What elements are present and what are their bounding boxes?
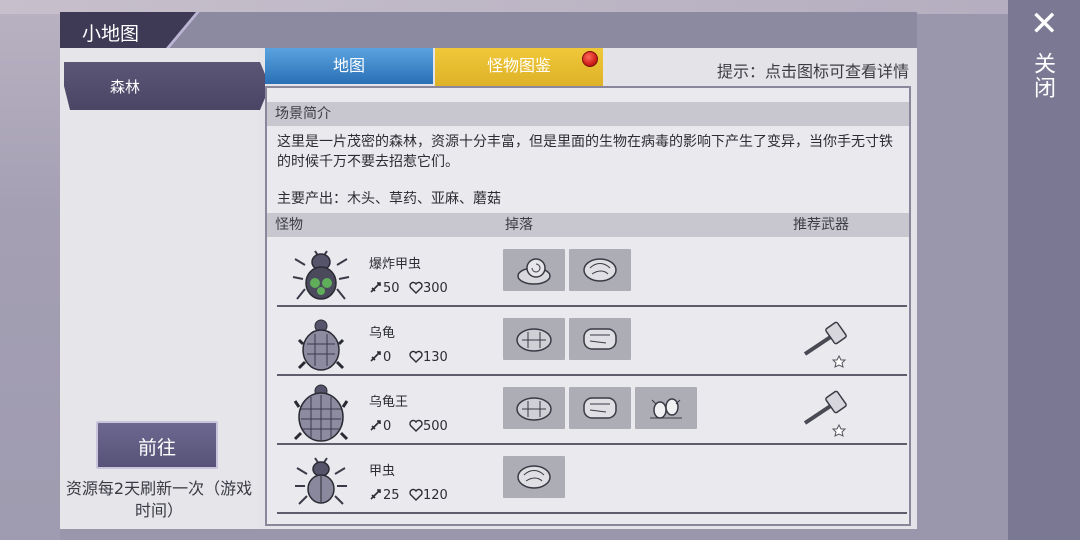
monster-name: 乌龟王 bbox=[369, 395, 409, 410]
heart-icon bbox=[409, 488, 423, 501]
tab-map[interactable]: 地图 bbox=[265, 48, 433, 84]
scene-description: 这里是一片茂密的森林，资源十分丰富，但是里面的生物在病毒的影响下产生了变异，当你… bbox=[277, 134, 893, 170]
monster-attack: 25 bbox=[369, 488, 400, 503]
monster-name: 甲虫 bbox=[369, 464, 396, 479]
table-row: 甲虫 25 120 bbox=[277, 446, 907, 514]
background-left bbox=[0, 0, 60, 540]
area-sidebar: 森林 前往 资源每2天刷新一次（游戏时间） bbox=[60, 48, 270, 529]
close-icon[interactable]: ✕ bbox=[1030, 7, 1059, 41]
attack-icon bbox=[370, 351, 381, 362]
heart-icon bbox=[409, 281, 423, 294]
monster-hp-value: 300 bbox=[423, 281, 448, 296]
tab-map-label: 地图 bbox=[332, 56, 365, 75]
go-button-label: 前往 bbox=[137, 437, 176, 459]
turtle-king-icon[interactable] bbox=[291, 383, 351, 443]
header-drop: 掉落 bbox=[505, 217, 533, 233]
drop-steak-icon[interactable] bbox=[569, 387, 631, 429]
monster-attack: 0 bbox=[369, 350, 391, 365]
close-bar[interactable]: ✕ 关闭 bbox=[1008, 0, 1080, 540]
table-row: 爆炸甲虫 50 300 bbox=[277, 239, 907, 307]
drop-meat-icon[interactable] bbox=[569, 249, 631, 291]
window-title: 小地图 bbox=[82, 23, 140, 45]
monster-attack: 50 bbox=[369, 281, 400, 296]
hint-text: 提示：点击图标可查看详情 bbox=[716, 62, 909, 81]
area-item-label: 森林 bbox=[110, 78, 141, 96]
beetle-icon[interactable] bbox=[291, 452, 351, 512]
monster-attack: 0 bbox=[369, 419, 391, 434]
notification-dot-icon bbox=[582, 51, 598, 67]
monster-attack-value: 25 bbox=[383, 488, 400, 503]
title-bar: 小地图 bbox=[60, 12, 917, 48]
area-item-forest[interactable]: 森林 bbox=[64, 62, 270, 110]
monster-hp-value: 120 bbox=[423, 488, 448, 503]
monster-attack-value: 0 bbox=[383, 419, 392, 434]
close-label[interactable]: 关闭 bbox=[1030, 52, 1058, 100]
monster-hp: 500 bbox=[409, 419, 448, 434]
attack-icon bbox=[370, 420, 381, 431]
monster-guide-panel: 场景简介 这里是一片茂密的森林，资源十分丰富，但是里面的生物在病毒的影响下产生了… bbox=[265, 86, 911, 526]
tab-monster-guide-label: 怪物图鉴 bbox=[486, 56, 551, 75]
hammer-icon[interactable] bbox=[795, 389, 855, 437]
monster-name: 爆炸甲虫 bbox=[369, 257, 422, 272]
heart-icon bbox=[409, 419, 423, 432]
content-area: 地图 怪物图鉴 提示：点击图标可查看详情 场景简介 这里是一片茂密的森林，资源十… bbox=[265, 48, 917, 529]
drop-snail-shell-icon[interactable] bbox=[503, 249, 565, 291]
monster-name: 乌龟 bbox=[369, 326, 396, 341]
drop-turtle-shell-icon[interactable] bbox=[503, 318, 565, 360]
drop-turtle-shell-icon[interactable] bbox=[503, 387, 565, 429]
refresh-note: 资源每2天刷新一次（游戏时间） bbox=[65, 479, 253, 520]
scene-section-title: 场景简介 bbox=[267, 102, 909, 126]
monster-hp: 130 bbox=[409, 350, 448, 365]
beetle-icon[interactable] bbox=[291, 245, 351, 305]
monster-attack-value: 0 bbox=[383, 350, 392, 365]
monster-hp-value: 500 bbox=[423, 419, 448, 434]
drop-meat-icon[interactable] bbox=[503, 456, 565, 498]
monster-hp: 300 bbox=[409, 281, 448, 296]
attack-icon bbox=[370, 282, 381, 293]
minimap-panel: 小地图 森林 前往 资源每2天刷新一次（游戏时间） 地图 怪物图鉴 提示：点击图… bbox=[60, 12, 917, 529]
drop-eggs-icon[interactable] bbox=[635, 387, 697, 429]
header-monster: 怪物 bbox=[275, 217, 303, 233]
hammer-icon[interactable] bbox=[795, 320, 855, 368]
table-header: 怪物 掉落 推荐武器 bbox=[267, 213, 909, 237]
turtle-icon[interactable] bbox=[291, 314, 351, 374]
monster-hp: 120 bbox=[409, 488, 448, 503]
monster-hp-value: 130 bbox=[423, 350, 448, 365]
table-row: 乌龟王 0 500 bbox=[277, 377, 907, 445]
monster-attack-value: 50 bbox=[383, 281, 400, 296]
header-weapon: 推荐武器 bbox=[793, 217, 849, 233]
go-button[interactable]: 前往 bbox=[96, 421, 218, 469]
drop-steak-icon[interactable] bbox=[569, 318, 631, 360]
scene-products: 主要产出：木头、草药、亚麻、蘑菇 bbox=[277, 191, 501, 207]
attack-icon bbox=[370, 489, 381, 500]
heart-icon bbox=[409, 350, 423, 363]
table-row: 乌龟 0 130 bbox=[277, 308, 907, 376]
